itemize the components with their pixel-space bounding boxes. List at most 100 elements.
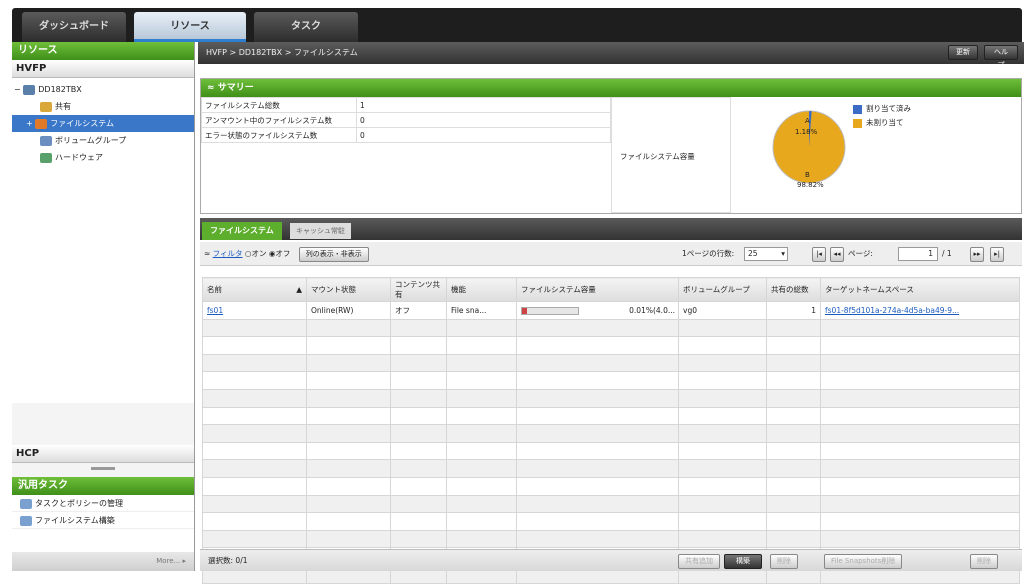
empty-table-row [202,512,1020,531]
refresh-button[interactable]: 更新 [948,45,978,60]
tree-node-filesystem[interactable]: + ファイルシステム [12,115,194,132]
first-page-icon[interactable]: |◂ [812,247,826,262]
empty-table-row [202,371,1020,390]
capacity-bar-fill [522,307,528,314]
expand-icon[interactable]: + [26,119,33,128]
summary-panel: ≈ サマリー ファイルシステム総数 1 アンマウント中のファイルシステム数 0 エラ… [200,78,1022,214]
splitter-handle[interactable] [12,463,194,477]
col-header-volume-group[interactable]: ボリュームグループ [678,277,767,302]
tab-tasks[interactable]: タスク [254,12,358,42]
filter-link[interactable]: フィルタ [213,249,243,258]
add-share-button[interactable]: 共有追加 [678,554,720,569]
summary-label: エラー状態のファイルシステム数 [201,127,357,143]
page-input[interactable]: 1 [898,247,938,261]
task-item-policy[interactable]: タスクとポリシーの管理 [12,495,194,512]
tab-filesystem[interactable]: ファイルシステム [202,222,282,240]
legend-swatch [853,104,862,114]
delete-button-2[interactable]: 削除 [970,554,998,569]
legend-label: 割り当て済み [866,104,911,113]
pie-label-b: B [805,171,810,179]
more-link[interactable]: More... ▸ [12,552,194,571]
last-page-icon[interactable]: ▸| [990,247,1004,262]
delete-snapshots-button[interactable]: File Snapshots削除 [824,554,903,569]
summary-row: アンマウント中のファイルシステム数 0 [201,112,611,128]
share-icon [40,101,52,112]
function-cell: File sna... [446,301,517,320]
summary-value: 0 [356,127,611,143]
tree-node-label: ファイルシステム [50,119,115,128]
filter-off-label: オフ [275,249,291,258]
tree-node-dd182tbx[interactable]: − DD182TBX [12,81,194,98]
col-header-content-share[interactable]: コンテンツ共有 [390,277,447,302]
rows-per-page-select[interactable]: 25 ▾ [744,247,788,261]
col-header-share-count[interactable]: 共有の総数 [766,277,821,302]
pie-value-a: 1.18% [795,128,818,136]
tree-node-volume-group[interactable]: ボリュームグループ [12,132,194,149]
empty-table-row [202,424,1020,443]
col-header-capacity[interactable]: ファイルシステム容量 [516,277,679,302]
legend-label: 未割り当て [866,118,904,127]
prev-page-icon[interactable]: ◂◂ [830,247,844,262]
capacity-bar [521,306,579,315]
empty-table-row [202,388,1020,408]
build-button[interactable]: 構築 [724,554,762,569]
mount-cell: Online(RW) [306,301,391,320]
volume-group-cell: vg0 [678,301,767,320]
next-page-icon[interactable]: ▸▸ [970,247,984,262]
list-toolbar: ≈ フィルタ ○オン ◉オフ 列の表示・非表示 1ページの行数: 25 ▾ |◂ … [200,242,1022,266]
collapse-icon[interactable]: − [14,85,21,94]
rows-per-page-value: 25 [748,249,758,258]
summary-row: エラー状態のファイルシステム数 0 [201,127,611,143]
delete-button[interactable]: 削除 [770,554,798,569]
tab-resources[interactable]: リソース [134,12,246,42]
legend-swatch [853,118,862,128]
col-header-namespace[interactable]: ターゲットネームスペース [820,277,1020,302]
content-tab-bar: ファイルシステム キャッシュ常駐 [200,218,1022,240]
summary-value: 0 [356,112,611,128]
breadcrumb[interactable]: HVFP > DD182TBX > ファイルシステム [206,48,358,57]
table-row[interactable]: fs01 Online(RW) オフ File sna... 0.01%(4.0… [202,301,1020,320]
summary-header[interactable]: ≈ サマリー [201,79,1021,97]
col-header-name[interactable]: 名前 ▲ [202,277,307,302]
tree-node-share[interactable]: 共有 [12,98,194,115]
footer-bar: 選択数: 0/1 共有追加 構築 削除 File Snapshots削除 削除 [200,549,1022,571]
top-bar: ダッシュボード リソース タスク [0,0,1024,42]
tab-dashboard[interactable]: ダッシュボード [22,12,126,42]
page-total: / 1 [942,249,952,258]
task-label: ファイルシステム構築 [35,516,115,525]
tree-node-hardware[interactable]: ハードウェア [12,149,194,166]
filesystem-table: 名前 ▲ マウント状態 コンテンツ共有 機能 ファイルシステム容量 ボリュームグ… [202,277,1020,584]
section-hcp[interactable]: HCP [12,445,194,463]
namespace-link[interactable]: fs01-8f5d101a-274a-4d5a-ba49-9... [825,306,959,315]
summary-table: ファイルシステム総数 1 アンマウント中のファイルシステム数 0 エラー状態のファイ… [201,97,611,143]
server-icon [23,84,36,95]
tree-node-label: ハードウェア [55,153,103,162]
col-header-function[interactable]: 機能 [446,277,517,302]
page-label: ページ: [848,249,873,258]
task-icon [20,498,32,509]
collapse-icon[interactable]: ≈ [207,83,218,93]
content-share-cell: オフ [390,301,447,320]
table-header-row: 名前 ▲ マウント状態 コンテンツ共有 機能 ファイルシステム容量 ボリュームグ… [202,277,1020,302]
capacity-cell: 0.01%(4.0... [516,301,679,320]
sort-asc-icon: ▲ [296,284,302,294]
help-button[interactable]: ヘルプ [984,45,1018,69]
empty-table-row [202,318,1020,338]
volume-group-icon [40,135,52,146]
task-icon [20,515,32,526]
empty-table-row [202,441,1020,461]
tab-cache-resident[interactable]: キャッシュ常駐 [290,223,351,239]
column-visibility-button[interactable]: 列の表示・非表示 [298,247,369,262]
section-hvfp[interactable]: HVFP [12,60,194,78]
fs-name-link[interactable]: fs01 [207,306,223,315]
empty-table-row [202,529,1020,549]
share-count-cell: 1 [766,301,821,320]
summary-label: ファイルシステム総数 [201,97,357,113]
collapse-icon[interactable]: ≈ [204,249,213,258]
filesystem-icon [35,118,48,129]
resource-tree: − DD182TBX 共有 + ファイルシステム ボリュームグループ ハードウェ… [12,78,194,403]
task-item-fs-build[interactable]: ファイルシステム構築 [12,512,194,529]
col-header-mount[interactable]: マウント状態 [306,277,391,302]
breadcrumb-bar: HVFP > DD182TBX > ファイルシステム 更新 ヘルプ [198,42,1024,69]
summary-label: アンマウント中のファイルシステム数 [201,112,357,128]
